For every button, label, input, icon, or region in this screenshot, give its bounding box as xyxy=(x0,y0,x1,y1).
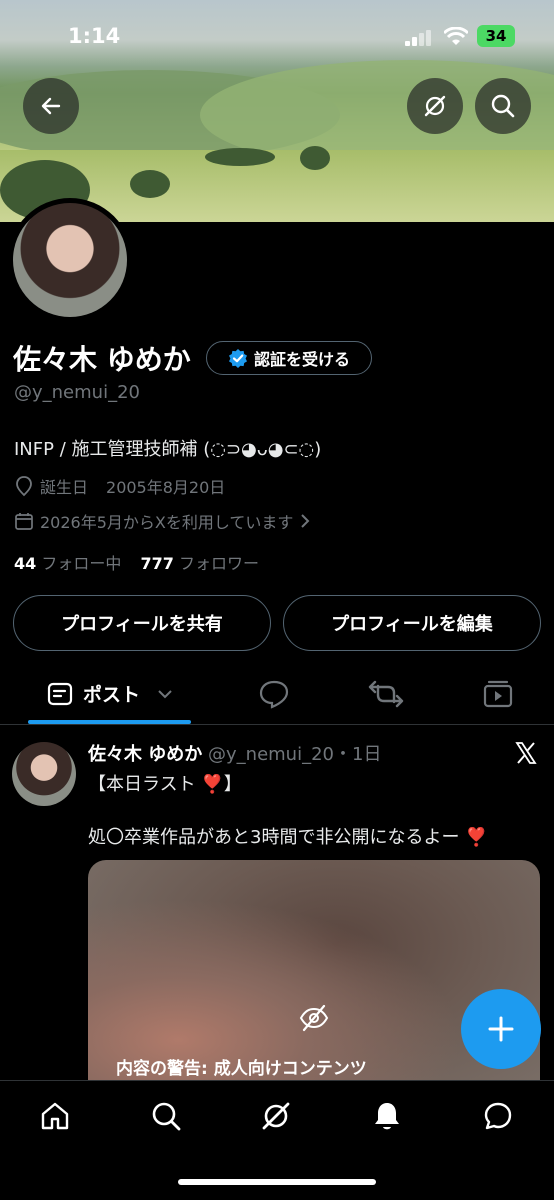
home-indicator xyxy=(178,1179,376,1185)
tab-replies-icon[interactable] xyxy=(258,678,290,710)
post-avatar[interactable] xyxy=(12,742,76,806)
nav-notifications[interactable] xyxy=(367,1096,407,1136)
joined-row[interactable]: 2026年5月からXを利用しています xyxy=(14,509,311,533)
search-icon xyxy=(491,94,515,118)
followers-link[interactable]: 777 フォロワー xyxy=(140,554,259,573)
compose-post-button[interactable] xyxy=(461,989,541,1069)
banner-tree xyxy=(300,146,330,170)
battery-level: 34 xyxy=(485,27,507,45)
share-profile-button[interactable]: プロフィールを共有 xyxy=(13,595,271,651)
tab-posts[interactable]: ポスト xyxy=(47,680,174,707)
messages-icon xyxy=(484,1102,512,1130)
grok-icon xyxy=(262,1102,290,1130)
search-button[interactable] xyxy=(475,78,531,134)
profile-handle: @y_nemui_20 xyxy=(14,382,140,403)
hidden-eye-icon xyxy=(299,1004,329,1032)
home-icon xyxy=(41,1102,69,1130)
verified-badge-icon xyxy=(228,349,247,368)
birthday-date: 2005年8月20日 xyxy=(106,478,226,497)
plus-icon xyxy=(488,1016,514,1042)
battery-indicator: 34 xyxy=(477,25,515,47)
x-logo-icon xyxy=(515,742,537,764)
banner-tree xyxy=(130,170,170,198)
chevron-down-icon xyxy=(158,689,172,698)
joined-date: 2026年5月からXを利用しています xyxy=(40,513,294,532)
nav-grok[interactable] xyxy=(256,1096,296,1136)
followers-label: フォロワー xyxy=(178,554,259,573)
post-text-line2: 処〇卒業作品があと3時間で非公開になるよー ❣️ xyxy=(88,827,488,848)
edit-profile-button[interactable]: プロフィールを編集 xyxy=(283,595,541,651)
profile-avatar[interactable] xyxy=(13,203,127,317)
content-warning: 内容の警告: 成人向けコンテンツ xyxy=(116,1059,367,1079)
following-link[interactable]: 44 フォロー中 xyxy=(14,554,121,573)
back-button[interactable] xyxy=(23,78,79,134)
profile-bio: INFP / 施工管理技師補 (◌⊃◕ᴗ◕⊂◌) xyxy=(14,439,322,460)
tab-repost-icon[interactable] xyxy=(368,678,404,710)
edit-profile-label: プロフィールを編集 xyxy=(331,614,493,635)
grok-button[interactable] xyxy=(407,78,463,134)
tab-media-icon[interactable] xyxy=(482,679,514,709)
tab-posts-label: ポスト xyxy=(83,684,141,706)
get-verified-label: 認証を受ける xyxy=(253,350,350,369)
profile-name: 佐々木 ゆめか xyxy=(13,343,191,376)
chevron-right-icon xyxy=(301,514,310,528)
nav-home[interactable] xyxy=(35,1096,75,1136)
following-label: フォロー中 xyxy=(41,554,122,573)
post-header: 佐々木 ゆめか @y_nemui_20・1日 xyxy=(88,740,381,766)
status-time: 1:14 xyxy=(68,24,121,48)
cellular-signal-icon xyxy=(405,30,431,46)
search-icon xyxy=(152,1102,181,1131)
wifi-icon xyxy=(444,27,468,45)
following-count: 44 xyxy=(14,554,37,573)
follow-stats: 44 フォロー中 777 フォロワー xyxy=(14,550,259,574)
share-profile-label: プロフィールを共有 xyxy=(61,614,223,635)
post-text-line1: 【本日ラスト ❣️】 xyxy=(88,774,242,795)
location-icon xyxy=(16,476,32,497)
followers-count: 777 xyxy=(140,554,174,573)
banner-tree xyxy=(205,148,275,166)
grok-icon xyxy=(424,95,446,117)
nav-search[interactable] xyxy=(146,1096,186,1136)
post-meta: @y_nemui_20・1日 xyxy=(208,744,382,765)
birthday-row: 誕生日 2005年8月20日 xyxy=(14,474,225,498)
post-author[interactable]: 佐々木 ゆめか xyxy=(88,744,202,765)
calendar-icon xyxy=(15,513,33,530)
get-verified-button[interactable]: 認証を受ける xyxy=(206,341,372,375)
birthday-label: 誕生日 xyxy=(40,478,89,497)
back-arrow-icon xyxy=(41,97,61,115)
posts-icon xyxy=(47,682,73,705)
tabs-divider xyxy=(0,724,554,725)
nav-messages[interactable] xyxy=(478,1096,518,1136)
bell-icon xyxy=(375,1103,399,1130)
